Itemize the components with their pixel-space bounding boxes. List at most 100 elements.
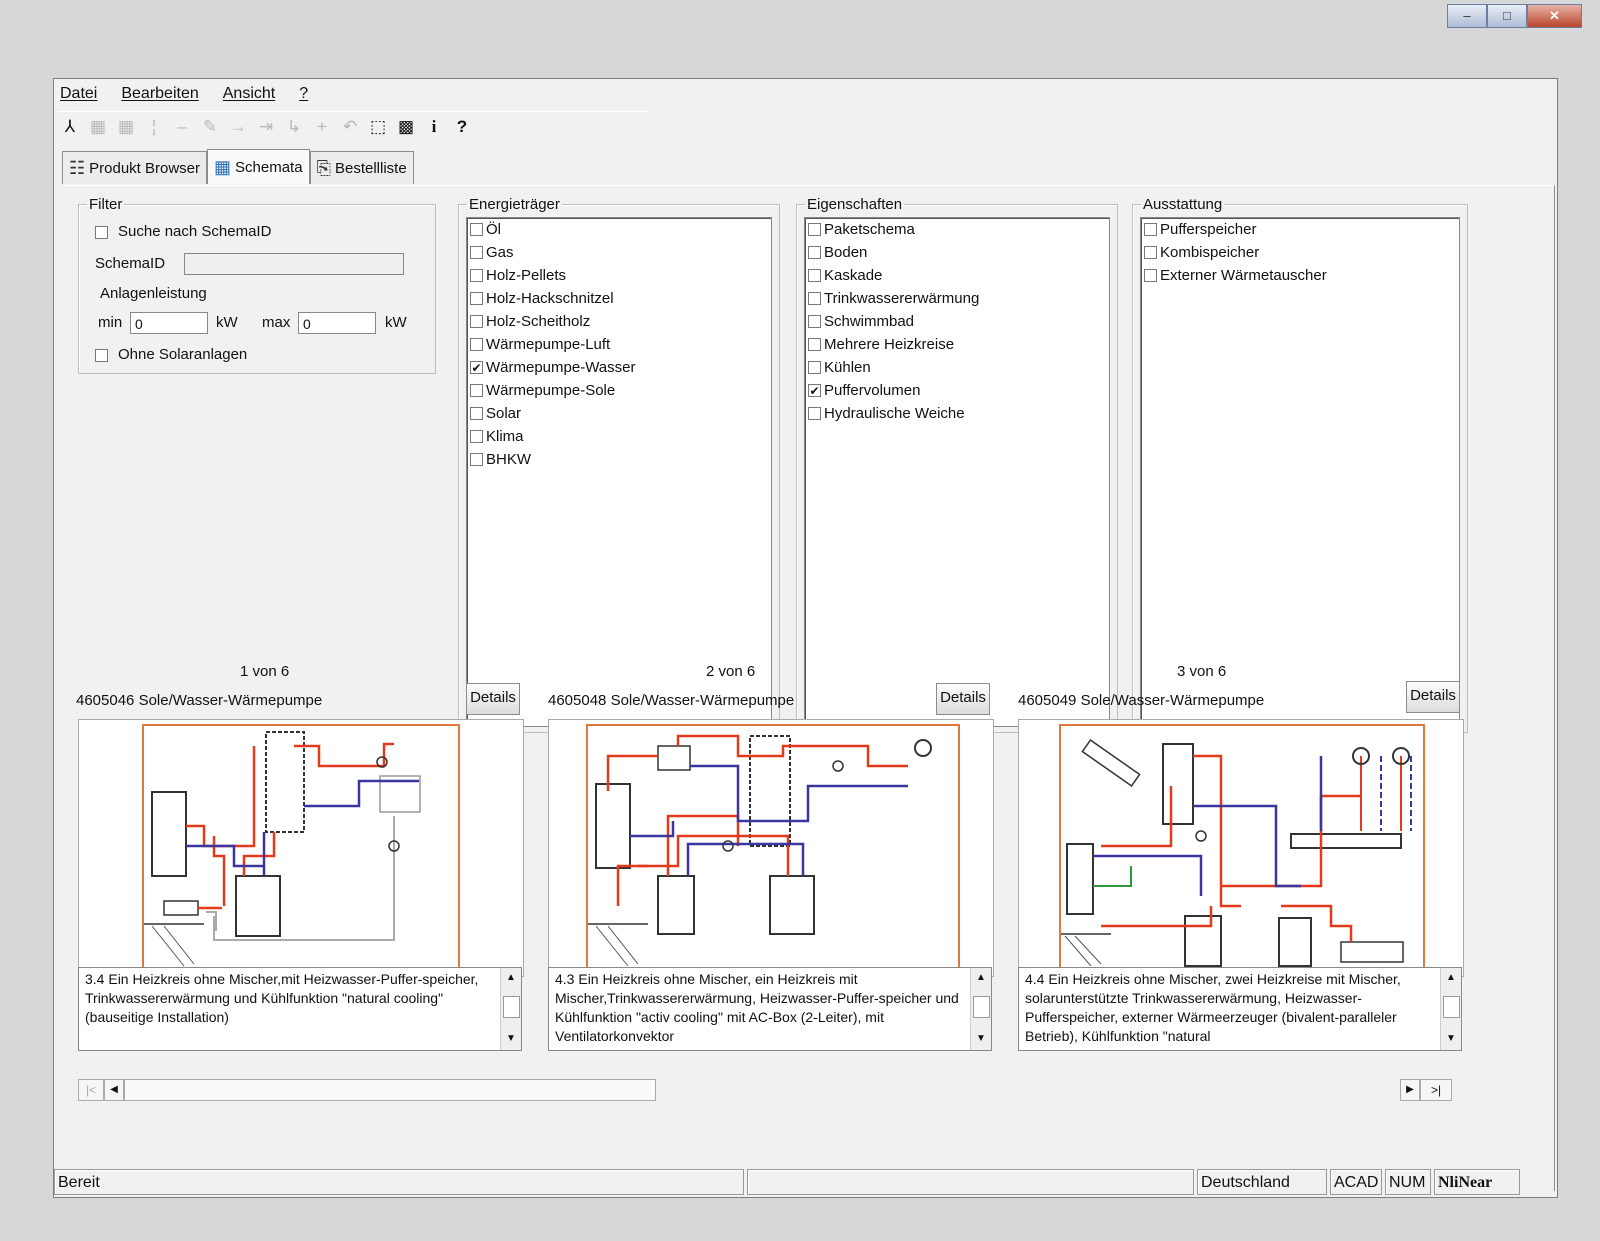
- energietraeger-item[interactable]: Holz-Hackschnitzel: [467, 287, 771, 310]
- eigenschaften-item[interactable]: ✔ Puffervolumen: [805, 379, 1109, 402]
- minimize-button[interactable]: –: [1447, 4, 1487, 28]
- energietraeger-item[interactable]: Wärmepumpe-Sole: [467, 379, 771, 402]
- checkbox[interactable]: [470, 338, 483, 351]
- checkbox-checked[interactable]: ✔: [808, 384, 821, 398]
- eigenschaften-item[interactable]: Trinkwassererwärmung: [805, 287, 1109, 310]
- eigenschaften-item[interactable]: Schwimmbad: [805, 310, 1109, 333]
- energietraeger-item[interactable]: Wärmepumpe-Luft: [467, 333, 771, 356]
- eigenschaften-item[interactable]: Kaskade: [805, 264, 1109, 287]
- ausstattung-list[interactable]: Pufferspeicher Kombispeicher Externer Wärm…: [1140, 217, 1460, 727]
- plus-icon[interactable]: +: [310, 115, 334, 139]
- schema-preview[interactable]: [1018, 719, 1464, 977]
- checkbox[interactable]: [470, 430, 483, 443]
- checkbox-checked[interactable]: ✔: [470, 361, 483, 375]
- eigenschaften-item-label: Kaskade: [824, 267, 883, 284]
- eigenschaften-list[interactable]: Paketschema Boden Kaskade Trinkwassererwärm…: [804, 217, 1110, 727]
- menu-bearbeiten[interactable]: Bearbeiten: [121, 85, 198, 109]
- description-scrollbar[interactable]: ▲ ▼: [500, 968, 521, 1050]
- eigenschaften-item[interactable]: Kühlen: [805, 356, 1109, 379]
- description-scrollbar[interactable]: ▲ ▼: [1440, 968, 1461, 1050]
- scroll-prev-button[interactable]: ◀: [104, 1079, 124, 1101]
- help-icon[interactable]: ?: [450, 115, 474, 139]
- energietraeger-item[interactable]: Klima: [467, 425, 771, 448]
- checkbox[interactable]: [1144, 223, 1157, 236]
- checkbox[interactable]: [470, 407, 483, 420]
- checkbox[interactable]: [808, 269, 821, 282]
- energietraeger-item[interactable]: ✔ Wärmepumpe-Wasser: [467, 356, 771, 379]
- menu-help[interactable]: ?: [299, 85, 308, 109]
- tab-bestellliste[interactable]: ⎘ Bestellliste: [309, 151, 414, 184]
- edit-icon[interactable]: ▦: [114, 115, 138, 139]
- checkbox[interactable]: [470, 453, 483, 466]
- checkbox[interactable]: [470, 384, 483, 397]
- grid-icon[interactable]: ▩: [394, 115, 418, 139]
- undo-icon[interactable]: ↶: [338, 115, 362, 139]
- scroll-thumb[interactable]: [124, 1079, 656, 1101]
- checkbox[interactable]: [1144, 269, 1157, 282]
- close-button[interactable]: ✕: [1526, 4, 1582, 28]
- checkbox[interactable]: [470, 223, 483, 236]
- details-button[interactable]: Details: [466, 683, 520, 715]
- checkbox[interactable]: [1144, 246, 1157, 259]
- ohne-solar-checkbox[interactable]: [95, 349, 108, 362]
- scroll-last-button[interactable]: >|: [1420, 1079, 1452, 1101]
- checkbox[interactable]: [808, 338, 821, 351]
- eigenschaften-item[interactable]: Mehrere Heizkreise: [805, 333, 1109, 356]
- info-icon[interactable]: i: [422, 115, 446, 139]
- maximize-button[interactable]: □: [1486, 4, 1527, 28]
- edit-icon[interactable]: ▦: [86, 115, 110, 139]
- results-scrollbar[interactable]: |< ◀ ▶ >|: [78, 1079, 1452, 1101]
- checkbox[interactable]: [808, 223, 821, 236]
- energietraeger-item[interactable]: Holz-Pellets: [467, 264, 771, 287]
- line-icon[interactable]: –: [170, 115, 194, 139]
- checkbox[interactable]: [470, 315, 483, 328]
- pencil-icon[interactable]: ✎: [198, 115, 222, 139]
- details-button[interactable]: Details: [936, 683, 990, 715]
- tab-produkt-browser[interactable]: ☷ Produkt Browser: [62, 151, 208, 184]
- hydraulic-schema-3: [1061, 739, 1412, 967]
- checkbox[interactable]: [470, 246, 483, 259]
- checkbox[interactable]: [808, 292, 821, 305]
- energietraeger-item[interactable]: Holz-Scheitholz: [467, 310, 771, 333]
- menu-ansicht[interactable]: Ansicht: [223, 85, 275, 109]
- energietraeger-item[interactable]: Öl: [467, 218, 771, 241]
- checkbox[interactable]: [470, 269, 483, 282]
- search-schemaid-checkbox[interactable]: [95, 226, 108, 239]
- eigenschaften-item[interactable]: Hydraulische Weiche: [805, 402, 1109, 425]
- pointer-icon[interactable]: ⬚: [366, 115, 390, 139]
- description-scrollbar[interactable]: ▲ ▼: [970, 968, 991, 1050]
- scroll-next-button[interactable]: ▶: [1400, 1079, 1420, 1101]
- result-title: 4605049 Sole/Wasser-Wärmepumpe: [1018, 692, 1265, 709]
- energietraeger-list[interactable]: Öl Gas Holz-Pellets Holz-Hackschnitzel Holz-…: [466, 217, 772, 727]
- arrow-icon[interactable]: ⇥: [254, 115, 278, 139]
- ausstattung-item[interactable]: Externer Wärmetauscher: [1141, 264, 1459, 287]
- tab-schemata[interactable]: ▦ Schemata: [207, 149, 310, 184]
- min-input[interactable]: 0: [130, 312, 208, 334]
- ausstattung-item[interactable]: Kombispeicher: [1141, 241, 1459, 264]
- fork-icon[interactable]: ⅄: [58, 115, 82, 139]
- energietraeger-item-label: Wärmepumpe-Luft: [486, 336, 611, 353]
- menu-datei[interactable]: Datei: [60, 85, 97, 109]
- min-unit: kW: [216, 314, 238, 331]
- checkbox[interactable]: [808, 407, 821, 420]
- energietraeger-item[interactable]: Gas: [467, 241, 771, 264]
- scroll-first-button[interactable]: |<: [78, 1079, 104, 1101]
- description-text: 3.4 Ein Heizkreis ohne Mischer,mit Heizw…: [85, 971, 479, 1025]
- energietraeger-item[interactable]: BHKW: [467, 448, 771, 471]
- max-input[interactable]: 0: [298, 312, 376, 334]
- eigenschaften-item[interactable]: Boden: [805, 241, 1109, 264]
- schema-preview[interactable]: [78, 719, 524, 977]
- checkbox[interactable]: [808, 246, 821, 259]
- checkbox[interactable]: [470, 292, 483, 305]
- checkbox[interactable]: [808, 315, 821, 328]
- arrow-icon[interactable]: ↳: [282, 115, 306, 139]
- ausstattung-item[interactable]: Pufferspeicher: [1141, 218, 1459, 241]
- eigenschaften-item[interactable]: Paketschema: [805, 218, 1109, 241]
- checkbox[interactable]: [808, 361, 821, 374]
- schemaid-input[interactable]: [184, 253, 404, 275]
- schema-preview[interactable]: [548, 719, 994, 977]
- arrow-icon[interactable]: →: [226, 115, 250, 139]
- energietraeger-item[interactable]: Solar: [467, 402, 771, 425]
- result-title: 4605048 Sole/Wasser-Wärmepumpe: [548, 692, 795, 709]
- details-button[interactable]: Details: [1406, 681, 1460, 713]
